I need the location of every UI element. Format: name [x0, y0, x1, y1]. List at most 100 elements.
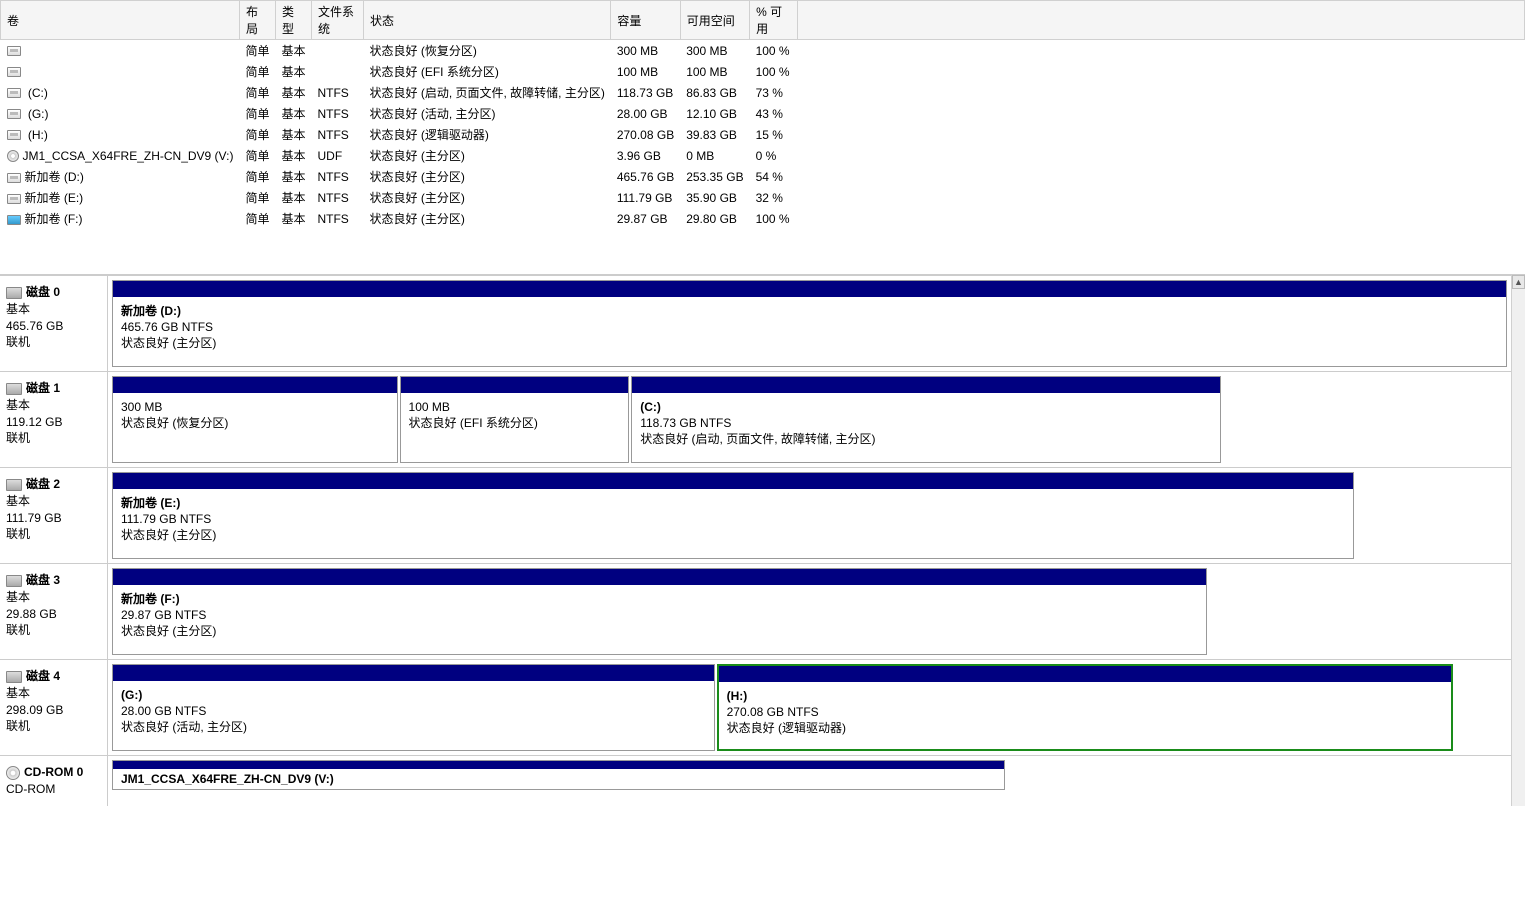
volume-icon [7, 130, 21, 140]
cell-fs: NTFS [311, 124, 363, 145]
disk-state: 联机 [6, 526, 101, 543]
volume-icon [7, 46, 21, 56]
partition[interactable]: (H:)270.08 GB NTFS状态良好 (逻辑驱动器) [717, 664, 1454, 751]
volume-icon [7, 215, 21, 225]
disk-state: 联机 [6, 430, 101, 447]
partition-header-bar [719, 666, 1452, 682]
cell-type: 基本 [275, 208, 311, 229]
partition[interactable]: 新加卷 (F:)29.87 GB NTFS状态良好 (主分区) [112, 568, 1207, 655]
partition[interactable]: 新加卷 (E:)111.79 GB NTFS状态良好 (主分区) [112, 472, 1354, 559]
cell-status: 状态良好 (活动, 主分区) [363, 103, 610, 124]
cell-free: 100 MB [680, 61, 749, 82]
partition-title: (C:) [640, 399, 1212, 415]
table-row[interactable]: (H:)简单基本NTFS状态良好 (逻辑驱动器)270.08 GB39.83 G… [1, 124, 1525, 145]
cell-type: 基本 [275, 145, 311, 166]
volume-icon [7, 173, 21, 183]
cell-pct: 100 % [750, 40, 798, 62]
cell-fs: NTFS [311, 187, 363, 208]
partition-status: 状态良好 (EFI 系统分区) [409, 415, 621, 431]
table-row[interactable]: 新加卷 (E:)简单基本NTFS状态良好 (主分区)111.79 GB35.90… [1, 187, 1525, 208]
disk-info[interactable]: 磁盘 4基本298.09 GB联机 [0, 660, 108, 755]
disk-info[interactable]: CD-ROM 0CD-ROM [0, 756, 108, 806]
table-row[interactable]: 简单基本状态良好 (EFI 系统分区)100 MB100 MB100 % [1, 61, 1525, 82]
cell-status: 状态良好 (主分区) [363, 166, 610, 187]
volume-icon [7, 88, 21, 98]
partition-header-bar [113, 473, 1353, 489]
partition[interactable]: JM1_CCSA_X64FRE_ZH-CN_DV9 (V:) [112, 760, 1005, 790]
disk-icon [6, 766, 20, 780]
disk-size: 465.76 GB [6, 318, 101, 335]
partition-status: 状态良好 (活动, 主分区) [121, 719, 706, 735]
cell-status: 状态良好 (启动, 页面文件, 故障转储, 主分区) [363, 82, 610, 103]
cell-fs: NTFS [311, 103, 363, 124]
disk-info[interactable]: 磁盘 2基本111.79 GB联机 [0, 468, 108, 563]
table-row[interactable]: JM1_CCSA_X64FRE_ZH-CN_DV9 (V:)简单基本UDF状态良… [1, 145, 1525, 166]
volume-icon [7, 67, 21, 77]
col-type[interactable]: 类型 [275, 1, 311, 40]
partition[interactable]: 100 MB状态良好 (EFI 系统分区) [400, 376, 630, 463]
disk-type: 基本 [6, 589, 101, 606]
disk-type: CD-ROM [6, 781, 101, 798]
cell-fs [311, 40, 363, 62]
scroll-up-icon[interactable]: ▲ [1512, 275, 1525, 289]
volume-name: JM1_CCSA_X64FRE_ZH-CN_DV9 (V:) [23, 149, 234, 163]
partition[interactable]: (G:)28.00 GB NTFS状态良好 (活动, 主分区) [112, 664, 715, 751]
volume-list-pane: 卷 布局 类型 文件系统 状态 容量 可用空间 % 可用 简单基本状态良好 (恢… [0, 0, 1525, 275]
col-fs[interactable]: 文件系统 [311, 1, 363, 40]
table-row[interactable]: (C:)简单基本NTFS状态良好 (启动, 页面文件, 故障转储, 主分区)11… [1, 82, 1525, 103]
disk-row: 磁盘 0基本465.76 GB联机新加卷 (D:)465.76 GB NTFS状… [0, 275, 1511, 371]
disk-state: 联机 [6, 622, 101, 639]
partition-header-bar [113, 281, 1506, 297]
cell-type: 基本 [275, 61, 311, 82]
volume-table[interactable]: 卷 布局 类型 文件系统 状态 容量 可用空间 % 可用 简单基本状态良好 (恢… [0, 0, 1525, 229]
cell-status: 状态良好 (EFI 系统分区) [363, 61, 610, 82]
disk-state: 联机 [6, 718, 101, 735]
cell-pct: 0 % [750, 145, 798, 166]
partition-header-bar [113, 569, 1206, 585]
partition-header-bar [113, 665, 714, 681]
table-row[interactable]: 新加卷 (D:)简单基本NTFS状态良好 (主分区)465.76 GB253.3… [1, 166, 1525, 187]
partition-size: 465.76 GB NTFS [121, 319, 1498, 335]
cell-layout: 简单 [239, 208, 275, 229]
disk-icon [6, 287, 22, 299]
disk-info[interactable]: 磁盘 1基本119.12 GB联机 [0, 372, 108, 467]
disk-info[interactable]: 磁盘 0基本465.76 GB联机 [0, 276, 108, 371]
table-row[interactable]: 新加卷 (F:)简单基本NTFS状态良好 (主分区)29.87 GB29.80 … [1, 208, 1525, 229]
table-row[interactable]: 简单基本状态良好 (恢复分区)300 MB300 MB100 % [1, 40, 1525, 62]
cell-capacity: 29.87 GB [611, 208, 680, 229]
cell-layout: 简单 [239, 145, 275, 166]
cell-pct: 100 % [750, 61, 798, 82]
partition-header-bar [113, 761, 1004, 769]
partition-header-bar [113, 377, 397, 393]
partition[interactable]: (C:)118.73 GB NTFS状态良好 (启动, 页面文件, 故障转储, … [631, 376, 1221, 463]
cell-type: 基本 [275, 103, 311, 124]
col-pct[interactable]: % 可用 [750, 1, 798, 40]
col-free[interactable]: 可用空间 [680, 1, 749, 40]
col-layout[interactable]: 布局 [239, 1, 275, 40]
disk-partitions: 300 MB状态良好 (恢复分区)100 MB状态良好 (EFI 系统分区) (… [108, 372, 1511, 467]
cell-type: 基本 [275, 82, 311, 103]
col-spacer [798, 1, 1525, 40]
disk-info[interactable]: 磁盘 3基本29.88 GB联机 [0, 564, 108, 659]
col-status[interactable]: 状态 [363, 1, 610, 40]
cell-layout: 简单 [239, 124, 275, 145]
col-volume[interactable]: 卷 [1, 1, 240, 40]
table-row[interactable]: (G:)简单基本NTFS状态良好 (活动, 主分区)28.00 GB12.10 … [1, 103, 1525, 124]
cell-free: 0 MB [680, 145, 749, 166]
col-capacity[interactable]: 容量 [611, 1, 680, 40]
cell-capacity: 118.73 GB [611, 82, 680, 103]
disk-partitions: JM1_CCSA_X64FRE_ZH-CN_DV9 (V:) [108, 756, 1511, 806]
partition-size: 270.08 GB NTFS [727, 704, 1444, 720]
scrollbar[interactable]: ▲ [1511, 275, 1525, 806]
partition[interactable]: 300 MB状态良好 (恢复分区) [112, 376, 398, 463]
volume-name: (H:) [25, 128, 48, 142]
cell-type: 基本 [275, 40, 311, 62]
disk-row: CD-ROM 0CD-ROMJM1_CCSA_X64FRE_ZH-CN_DV9 … [0, 755, 1511, 806]
cell-type: 基本 [275, 187, 311, 208]
cell-layout: 简单 [239, 166, 275, 187]
partition[interactable]: 新加卷 (D:)465.76 GB NTFS状态良好 (主分区) [112, 280, 1507, 367]
volume-icon [7, 109, 21, 119]
partition-header-bar [401, 377, 629, 393]
partition-size: 118.73 GB NTFS [640, 415, 1212, 431]
partition-title: (G:) [121, 687, 706, 703]
